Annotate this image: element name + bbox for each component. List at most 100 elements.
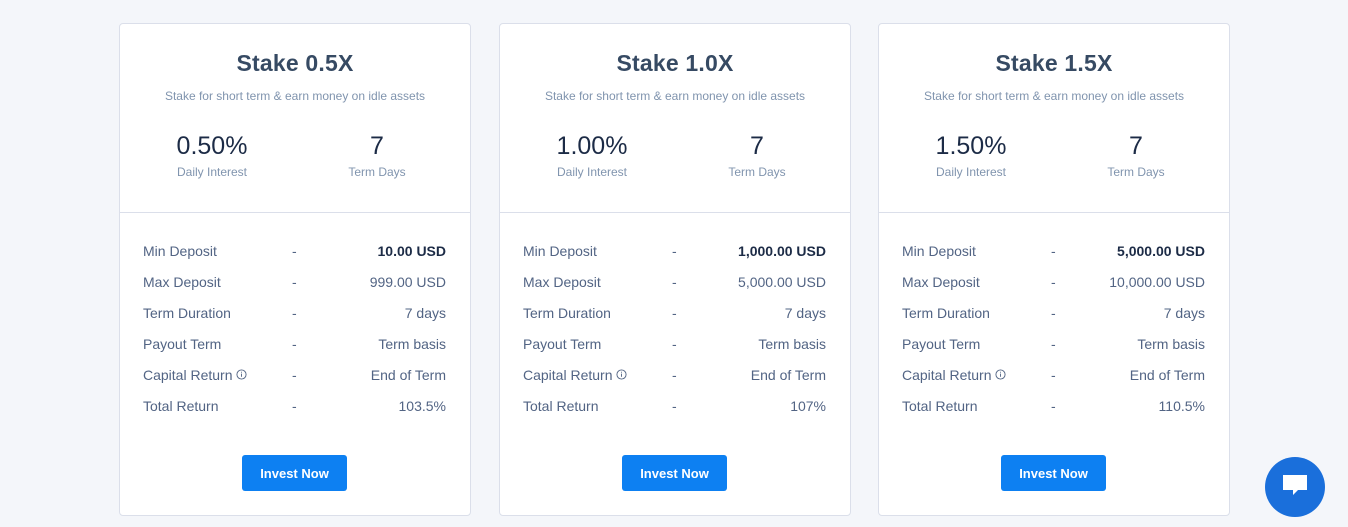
detail-label: Capital Return	[143, 367, 233, 383]
detail-separator: -	[292, 274, 297, 290]
daily-interest-value: 0.50%	[176, 132, 248, 160]
detail-value: 7 days	[404, 305, 446, 321]
detail-value: 7 days	[1163, 305, 1205, 321]
detail-row-term-duration: Term Duration - 7 days	[879, 303, 1229, 334]
plan-stats: 1.00% Daily Interest 7 Term Days	[500, 131, 850, 191]
detail-label: Capital Return	[523, 367, 613, 383]
detail-row-capital-return: Capital Return - End of Term	[879, 365, 1229, 396]
info-circle-icon[interactable]	[615, 365, 627, 385]
detail-value: 5,000.00 USD	[738, 274, 826, 290]
plan-title: Stake 0.5X	[236, 50, 354, 76]
term-days-stat: 7 Term Days	[672, 131, 842, 180]
detail-label-wrap: Capital Return	[523, 365, 627, 385]
plan-subtitle: Stake for short term & earn money on idl…	[923, 89, 1185, 103]
detail-row-min-deposit: Min Deposit - 5,000.00 USD	[879, 241, 1229, 272]
detail-separator: -	[672, 243, 677, 259]
plan-subtitle: Stake for short term & earn money on idl…	[164, 89, 426, 103]
detail-separator: -	[1051, 305, 1056, 321]
detail-label: Total Return	[902, 398, 978, 414]
detail-row-term-duration: Term Duration - 7 days	[500, 303, 850, 334]
detail-row-max-deposit: Max Deposit - 999.00 USD	[120, 272, 470, 303]
detail-value: 1,000.00 USD	[738, 243, 826, 259]
detail-row-total-return: Total Return - 103.5%	[120, 396, 470, 427]
plan-stats: 0.50% Daily Interest 7 Term Days	[120, 131, 470, 191]
detail-label: Max Deposit	[523, 274, 601, 290]
detail-label: Payout Term	[143, 336, 222, 352]
plan-details-list: Min Deposit - 5,000.00 USD Max Deposit -…	[879, 213, 1229, 427]
detail-label: Total Return	[523, 398, 599, 414]
detail-label: Max Deposit	[902, 274, 980, 290]
daily-interest-value: 1.00%	[556, 132, 628, 160]
detail-label: Term Duration	[902, 305, 990, 321]
detail-value: 110.5%	[1158, 398, 1205, 414]
plan-card-header: Stake 1.0X Stake for short term & earn m…	[500, 24, 850, 213]
plan-title: Stake 1.5X	[995, 50, 1113, 76]
detail-row-max-deposit: Max Deposit - 5,000.00 USD	[500, 272, 850, 303]
info-circle-icon[interactable]	[235, 365, 247, 385]
detail-label: Max Deposit	[143, 274, 221, 290]
detail-row-total-return: Total Return - 110.5%	[879, 396, 1229, 427]
daily-interest-stat: 1.00% Daily Interest	[507, 131, 677, 180]
detail-label: Total Return	[143, 398, 219, 414]
detail-label: Payout Term	[902, 336, 981, 352]
detail-label: Term Duration	[143, 305, 231, 321]
daily-interest-stat: 0.50% Daily Interest	[127, 131, 297, 180]
detail-row-max-deposit: Max Deposit - 10,000.00 USD	[879, 272, 1229, 303]
detail-separator: -	[292, 243, 297, 259]
detail-row-payout-term: Payout Term - Term basis	[500, 334, 850, 365]
detail-value: 10.00 USD	[377, 243, 446, 259]
daily-interest-value: 1.50%	[935, 132, 1007, 160]
detail-row-min-deposit: Min Deposit - 1,000.00 USD	[500, 241, 850, 272]
invest-now-button[interactable]: Invest Now	[622, 455, 727, 491]
detail-value: 103.5%	[398, 398, 446, 414]
detail-separator: -	[292, 305, 297, 321]
detail-label: Min Deposit	[143, 243, 217, 259]
detail-row-payout-term: Payout Term - Term basis	[879, 334, 1229, 365]
plan-card-stake-1-0x: Stake 1.0X Stake for short term & earn m…	[499, 23, 851, 516]
chat-bubble-icon	[1280, 472, 1310, 503]
detail-label-wrap: Capital Return	[902, 365, 1006, 385]
daily-interest-label: Daily Interest	[556, 165, 628, 179]
daily-interest-stat: 1.50% Daily Interest	[886, 131, 1056, 180]
detail-separator: -	[1051, 336, 1056, 352]
detail-label: Term Duration	[523, 305, 611, 321]
term-days-value: 7	[1129, 132, 1143, 160]
plan-details-list: Min Deposit - 10.00 USD Max Deposit - 99…	[120, 213, 470, 427]
invest-now-button[interactable]: Invest Now	[1001, 455, 1106, 491]
term-days-stat: 7 Term Days	[1051, 131, 1221, 180]
term-days-stat: 7 Term Days	[292, 131, 462, 180]
detail-separator: -	[672, 274, 677, 290]
detail-value: End of Term	[1129, 367, 1205, 383]
invest-now-button[interactable]: Invest Now	[242, 455, 347, 491]
detail-label: Min Deposit	[523, 243, 597, 259]
detail-label: Min Deposit	[902, 243, 976, 259]
detail-label: Payout Term	[523, 336, 602, 352]
detail-value: 999.00 USD	[369, 274, 446, 290]
plan-card-stake-1-5x: Stake 1.5X Stake for short term & earn m…	[878, 23, 1230, 516]
detail-row-capital-return: Capital Return - End of Term	[500, 365, 850, 396]
term-days-label: Term Days	[348, 165, 406, 179]
term-days-value: 7	[750, 132, 764, 160]
detail-separator: -	[1051, 274, 1056, 290]
plan-card-header: Stake 0.5X Stake for short term & earn m…	[120, 24, 470, 213]
plan-card-header: Stake 1.5X Stake for short term & earn m…	[879, 24, 1229, 213]
detail-row-total-return: Total Return - 107%	[500, 396, 850, 427]
daily-interest-label: Daily Interest	[935, 165, 1007, 179]
detail-value: Term basis	[758, 336, 826, 352]
detail-value: End of Term	[750, 367, 826, 383]
chat-button[interactable]	[1265, 457, 1325, 517]
term-days-value: 7	[370, 132, 384, 160]
daily-interest-label: Daily Interest	[176, 165, 248, 179]
detail-separator: -	[672, 367, 677, 383]
detail-row-term-duration: Term Duration - 7 days	[120, 303, 470, 334]
detail-separator: -	[1051, 367, 1056, 383]
detail-row-capital-return: Capital Return - End of Term	[120, 365, 470, 396]
detail-separator: -	[1051, 398, 1056, 414]
detail-label-wrap: Capital Return	[143, 365, 247, 385]
detail-value: Term basis	[1137, 336, 1205, 352]
detail-value: 10,000.00 USD	[1109, 274, 1205, 290]
detail-value: Term basis	[378, 336, 446, 352]
plan-subtitle: Stake for short term & earn money on idl…	[544, 89, 806, 103]
info-circle-icon[interactable]	[994, 365, 1006, 385]
detail-separator: -	[292, 367, 297, 383]
